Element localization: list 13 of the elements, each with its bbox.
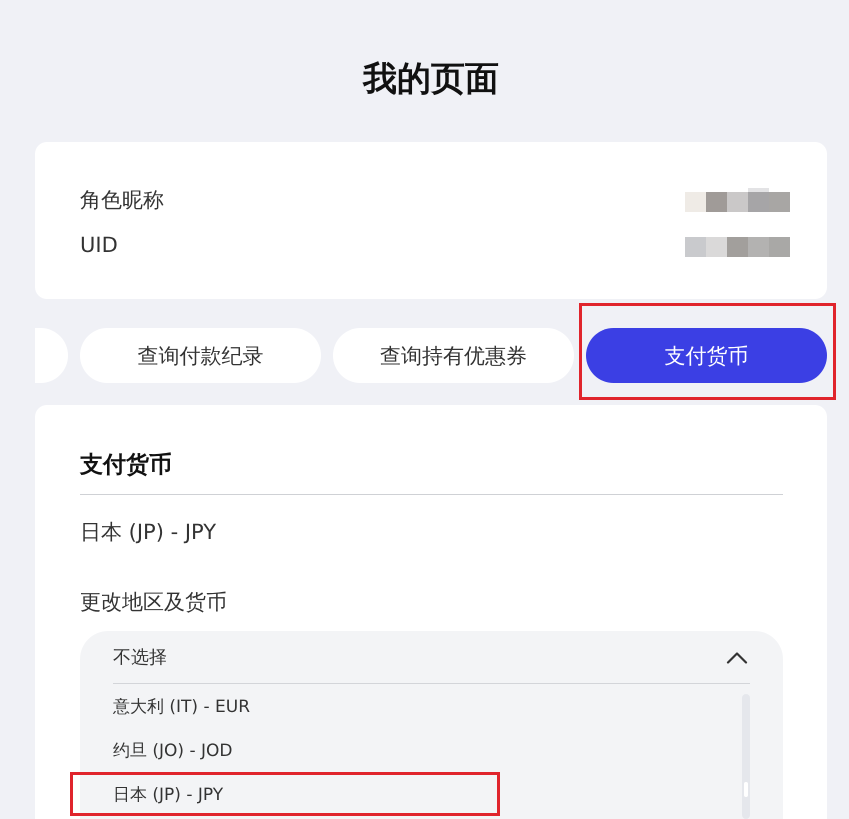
tab[interactable]: 查询付款纪录 (80, 328, 321, 383)
section-heading: 支付货币 (80, 451, 172, 480)
dropdown-toggle[interactable]: 不选择 (113, 631, 750, 684)
tab[interactable]: 查询持有优惠券 (333, 328, 574, 383)
dropdown-option[interactable]: 约旦 (JO) - JOD (80, 728, 244, 772)
dropdown-option[interactable]: 日本 (JP) - JPY (80, 772, 236, 816)
field-label: 角色昵称 (80, 187, 164, 214)
tab[interactable]: 支付货币 (586, 328, 827, 383)
current-currency: 日本 (JP) - JPY (80, 519, 216, 546)
dropdown-option[interactable]: 意大利 (IT) - EUR (80, 684, 262, 728)
change-region-label: 更改地区及货币 (80, 589, 227, 616)
page-title: 我的页面 (363, 58, 499, 101)
field-label: UID (80, 232, 118, 259)
